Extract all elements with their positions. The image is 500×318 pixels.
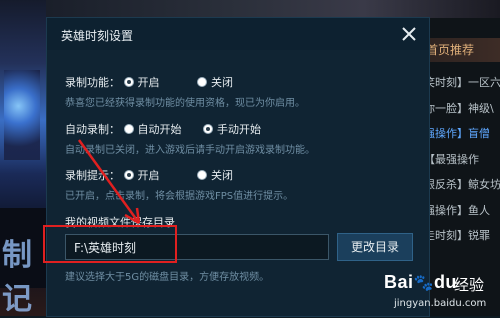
radio-checked-icon	[203, 124, 213, 134]
change-dir-button[interactable]: 更改目录	[337, 233, 413, 261]
recommend-item[interactable]: 限反杀】鲸女坊	[424, 172, 500, 198]
recommend-item[interactable]: 笑时刻】一区六	[424, 70, 500, 96]
paw-icon: 🐾	[413, 275, 434, 292]
radio-icon	[197, 170, 207, 180]
record-hint-desc: 已开启，点击录制，将会根据游戏FPS值进行提示。	[65, 191, 294, 202]
hero-art	[4, 70, 40, 160]
settings-dialog: 英雄时刻设置 录制功能： 开启 关闭 恭喜您已经获得录制功能的使用资格，现已为你…	[47, 18, 429, 316]
watermark-suffix: 经验	[454, 276, 485, 294]
auto-record-row: 自动录制： 自动开始 手动开始	[65, 121, 261, 137]
banner-art: 制记	[0, 208, 46, 317]
record-hint-on-radio[interactable]: 开启	[123, 167, 160, 183]
background-art: 制记	[0, 0, 46, 317]
record-function-label: 录制功能：	[65, 76, 120, 89]
record-function-off-radio[interactable]: 关闭	[197, 74, 233, 90]
baidu-jingyan-watermark: Bai🐾du 经验 jingyan.baidu.com	[384, 270, 500, 316]
record-hint-off-radio[interactable]: 关闭	[197, 167, 233, 183]
recommend-item[interactable]: 你一脸】神级\	[424, 96, 500, 122]
video-dir-input[interactable]	[65, 234, 329, 260]
top-banner	[46, 0, 500, 18]
radio-checked-icon	[123, 170, 134, 180]
record-hint-label: 录制提示：	[65, 169, 120, 182]
video-dir-label: 我的视频文件保存目录	[65, 216, 175, 229]
baidu-logo: Bai🐾du	[384, 272, 457, 292]
auto-record-manual-radio[interactable]: 手动开始	[203, 121, 261, 137]
dialog-title: 英雄时刻设置	[61, 29, 134, 43]
auto-record-desc: 自动录制已关闭，进入游戏后请手动开启游戏录制功能。	[65, 145, 315, 156]
auto-record-auto-radio[interactable]: 自动开始	[123, 121, 182, 137]
banner-text: 制记	[2, 238, 32, 317]
close-icon[interactable]	[399, 24, 419, 44]
record-function-on-radio[interactable]: 开启	[123, 74, 160, 90]
radio-icon	[197, 77, 207, 87]
radio-icon	[123, 124, 134, 134]
watermark-url: jingyan.baidu.com	[394, 298, 487, 309]
record-function-desc: 恭喜您已经获得录制功能的使用资格，现已为你启用。	[65, 98, 305, 109]
record-function-row: 录制功能： 开启 关闭	[65, 74, 233, 90]
recommend-item[interactable]: 走时刻】锐罪	[424, 223, 500, 249]
dialog-header: 英雄时刻设置	[47, 18, 429, 50]
radio-checked-icon	[123, 77, 134, 87]
recommend-item[interactable]: 强操作】盲僧	[424, 121, 500, 147]
video-dir-hint: 建议选择大于5G的磁盘目录，方便存放视频。	[65, 272, 270, 283]
auto-record-label: 自动录制：	[65, 123, 120, 136]
recommend-item[interactable]: 【最强操作	[424, 147, 500, 173]
recommend-list: 笑时刻】一区六 你一脸】神级\ 强操作】盲僧 【最强操作 限反杀】鲸女坊 强操作…	[424, 70, 500, 249]
recommend-item[interactable]: 强操作】鱼人	[424, 198, 500, 224]
record-hint-row: 录制提示： 开启 关闭	[65, 167, 233, 183]
